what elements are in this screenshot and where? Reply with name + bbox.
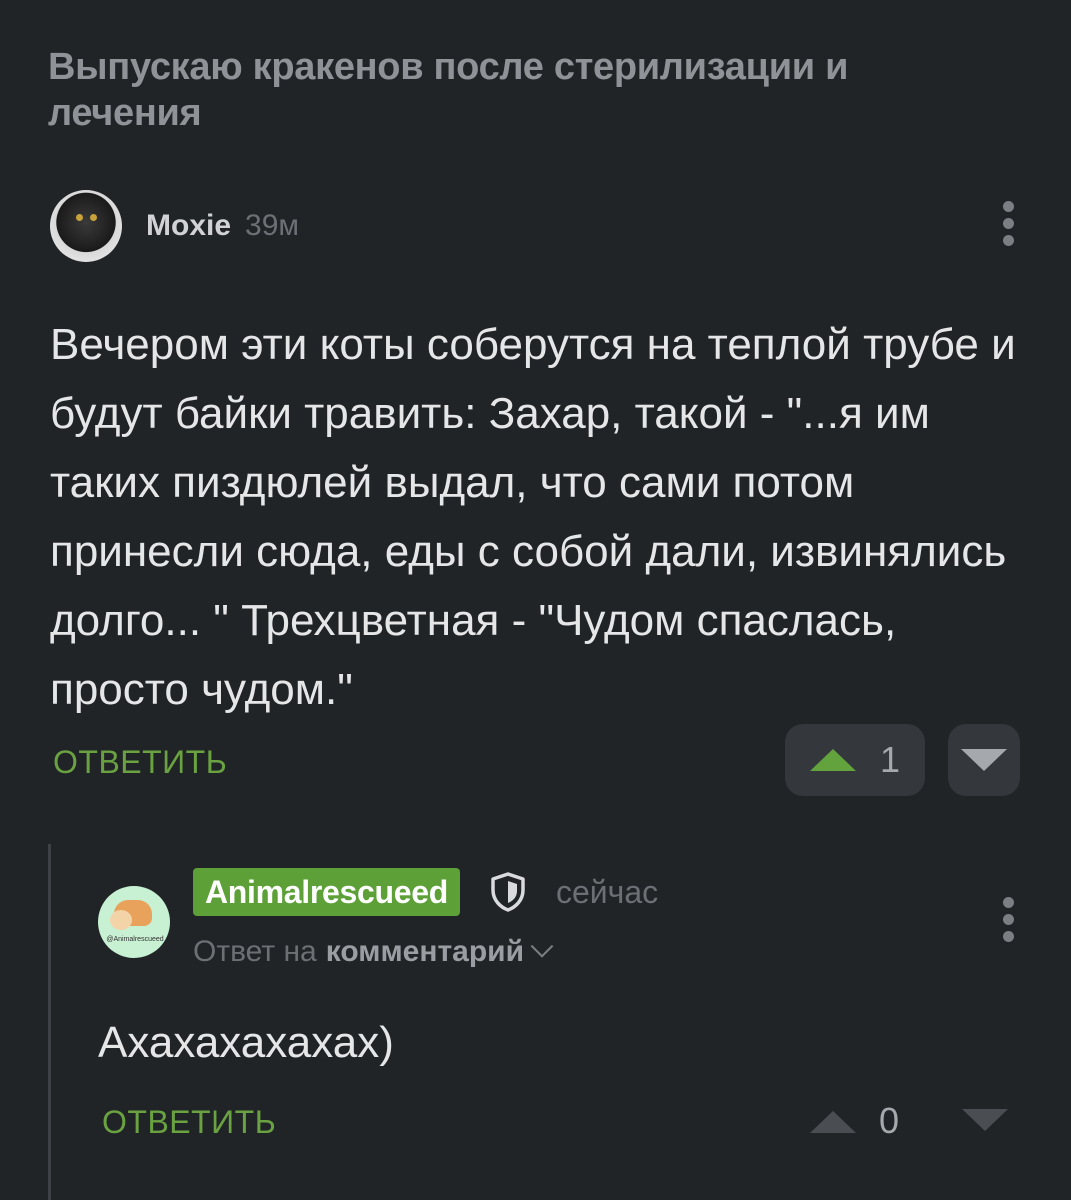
comment-body: Вечером эти коты соберутся на теплой тру… bbox=[50, 320, 1016, 714]
downvote-icon bbox=[961, 749, 1007, 771]
reply-body: Ахахахахахах) bbox=[98, 1018, 394, 1067]
avatar-eye bbox=[76, 214, 83, 221]
reply-avatar[interactable]: @Animalrescueed bbox=[98, 886, 170, 958]
upvote-icon[interactable] bbox=[810, 1111, 856, 1133]
vote-count: 1 bbox=[879, 739, 901, 780]
thread-line[interactable] bbox=[48, 844, 51, 1200]
avatar[interactable] bbox=[50, 190, 122, 262]
pet-icon bbox=[110, 910, 132, 930]
reply-button[interactable]: ОТВЕТИТЬ bbox=[102, 1104, 276, 1141]
reply-to[interactable]: Ответ на комментарий bbox=[193, 935, 554, 969]
post-title: Выпускаю кракенов после стерилизации и л… bbox=[48, 46, 849, 134]
avatar-eye bbox=[90, 214, 97, 221]
comment-time: 39м bbox=[245, 209, 300, 242]
reply-button[interactable]: ОТВЕТИТЬ bbox=[53, 744, 227, 781]
shield-icon bbox=[491, 872, 525, 912]
vote-count: 0 bbox=[879, 1100, 900, 1141]
comment-header: Moxie 39м bbox=[50, 190, 299, 262]
more-options-icon[interactable] bbox=[1002, 897, 1014, 942]
downvote-icon[interactable] bbox=[962, 1109, 1008, 1131]
downvote-button[interactable] bbox=[948, 724, 1020, 796]
reply-time: сейчас bbox=[556, 874, 659, 910]
more-options-icon[interactable] bbox=[1002, 201, 1014, 246]
reply-to-prefix: Ответ на bbox=[193, 935, 317, 968]
avatar-caption: @Animalrescueed bbox=[106, 936, 164, 943]
reply-author-badge[interactable]: Animalrescueed bbox=[193, 868, 461, 916]
reply-to-target[interactable]: комментарий bbox=[326, 935, 524, 969]
chevron-down-icon[interactable] bbox=[530, 935, 554, 958]
upvote-icon bbox=[809, 749, 856, 771]
upvote-button[interactable]: 1 bbox=[785, 724, 925, 796]
comment-author[interactable]: Moxie bbox=[146, 209, 231, 243]
